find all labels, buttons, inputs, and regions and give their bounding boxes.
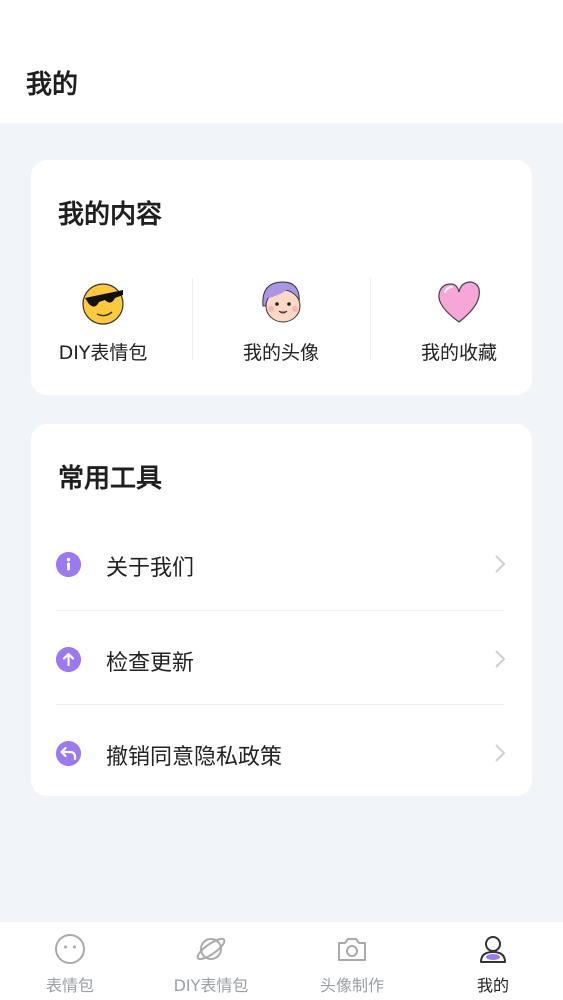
pink-heart-icon: [438, 281, 480, 323]
info-icon: [56, 552, 81, 577]
tool-row-about[interactable]: 关于我们: [56, 516, 508, 610]
tool-row-revoke-privacy[interactable]: 撤销同意隐私政策: [56, 705, 508, 799]
tool-label: 关于我们: [106, 556, 195, 581]
user-profile-icon: [480, 936, 506, 963]
chevron-right-icon: [495, 650, 506, 668]
tab-diy[interactable]: DIY表情包: [141, 922, 281, 1000]
cool-sunglasses-emoji-icon: [82, 283, 124, 325]
my-content-title: 我的内容: [58, 200, 163, 230]
tool-label: 检查更新: [106, 651, 195, 676]
tab-label: 表情包: [45, 976, 94, 995]
page-title: 我的: [26, 70, 79, 100]
my-content-row: DIY表情包 我的头像 我的收藏: [31, 270, 532, 366]
tab-label: DIY表情包: [173, 976, 249, 995]
tab-avatar-maker[interactable]: 头像制作: [282, 922, 422, 1000]
cartoon-avatar-icon: [262, 281, 301, 323]
content-item-label: 我的头像: [242, 342, 319, 364]
tab-label: 头像制作: [319, 976, 384, 995]
divider: [192, 278, 193, 360]
divider: [370, 278, 371, 360]
content-item-avatar[interactable]: 我的头像: [201, 270, 361, 366]
undo-arrow-icon: [56, 741, 81, 766]
tab-mine[interactable]: 我的: [423, 922, 563, 1000]
content-item-diy[interactable]: DIY表情包: [23, 270, 183, 366]
tools-title: 常用工具: [58, 464, 163, 494]
chevron-right-icon: [495, 555, 506, 573]
camera-icon: [338, 938, 366, 961]
chevron-right-icon: [495, 744, 506, 762]
tool-row-update[interactable]: 检查更新: [56, 611, 508, 705]
upload-arrow-icon: [56, 647, 81, 672]
tool-label: 撤销同意隐私政策: [106, 745, 283, 770]
header: 我的: [0, 0, 563, 123]
smiley-face-icon: [55, 934, 85, 964]
content-item-favorites[interactable]: 我的收藏: [379, 270, 539, 366]
content-item-label: DIY表情包: [58, 342, 148, 364]
content-item-label: 我的收藏: [420, 342, 497, 364]
planet-icon: [196, 937, 226, 961]
tab-label: 我的: [476, 976, 509, 995]
bottom-tab-bar: 表情包 DIY表情包 头像制作 我的: [0, 922, 563, 1000]
tab-emoji-packs[interactable]: 表情包: [0, 922, 140, 1000]
